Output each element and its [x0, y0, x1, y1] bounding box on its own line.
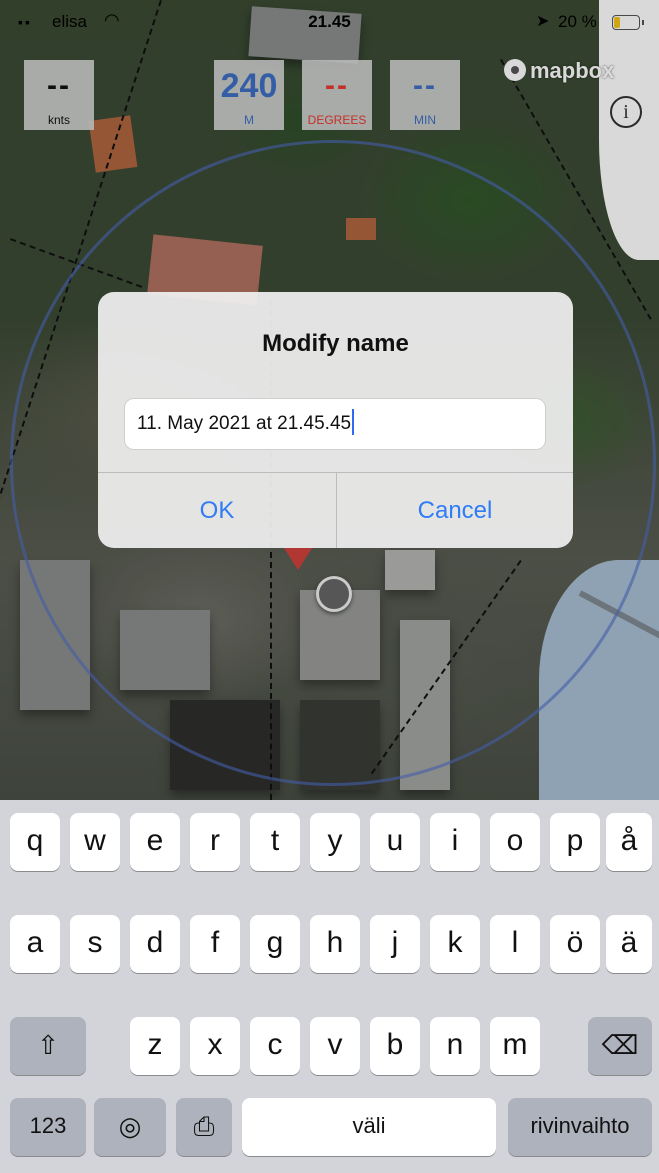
key-y[interactable]: y: [310, 813, 360, 871]
globe-key[interactable]: ◎: [94, 1098, 166, 1156]
key-o-umlaut[interactable]: ö: [550, 915, 600, 973]
dialog-title: Modify name: [262, 330, 409, 357]
key-j[interactable]: j: [370, 915, 420, 973]
key-a[interactable]: a: [10, 915, 60, 973]
key-x[interactable]: x: [190, 1017, 240, 1075]
microphone-icon: ⎙: [193, 1111, 215, 1141]
key-w[interactable]: w: [70, 813, 120, 871]
key-h[interactable]: h: [310, 915, 360, 973]
key-a-ring[interactable]: å: [606, 813, 652, 871]
key-m[interactable]: m: [490, 1017, 540, 1075]
key-l[interactable]: l: [490, 915, 540, 973]
space-key[interactable]: väli: [242, 1098, 496, 1156]
key-o[interactable]: o: [490, 813, 540, 871]
key-k[interactable]: k: [430, 915, 480, 973]
key-z[interactable]: z: [130, 1017, 180, 1075]
key-e[interactable]: e: [130, 813, 180, 871]
text-cursor: [352, 409, 355, 435]
shift-key[interactable]: ⇧: [10, 1017, 86, 1075]
key-f[interactable]: f: [190, 915, 240, 973]
shift-icon: ⇧: [37, 1030, 59, 1060]
microphone-key[interactable]: ⎙: [176, 1098, 232, 1156]
key-g[interactable]: g: [250, 915, 300, 973]
key-r[interactable]: r: [190, 813, 240, 871]
modify-name-dialog: Modify name 11. May 2021 at 21.45.45 OK …: [98, 292, 573, 548]
return-key[interactable]: rivinvaihto: [508, 1098, 652, 1156]
key-d[interactable]: d: [130, 915, 180, 973]
key-i[interactable]: i: [430, 813, 480, 871]
name-input[interactable]: 11. May 2021 at 21.45.45: [124, 398, 546, 450]
key-b[interactable]: b: [370, 1017, 420, 1075]
key-t[interactable]: t: [250, 813, 300, 871]
globe-icon: ◎: [118, 1111, 142, 1141]
ok-button[interactable]: OK: [98, 473, 336, 548]
numbers-key[interactable]: 123: [10, 1098, 86, 1156]
key-s[interactable]: s: [70, 915, 120, 973]
cancel-button[interactable]: Cancel: [337, 473, 573, 548]
keyboard: q w e r t y u i o p å a s d f g h j k l …: [0, 800, 659, 1173]
key-a-umlaut[interactable]: ä: [606, 915, 652, 973]
key-n[interactable]: n: [430, 1017, 480, 1075]
key-u[interactable]: u: [370, 813, 420, 871]
key-c[interactable]: c: [250, 1017, 300, 1075]
key-v[interactable]: v: [310, 1017, 360, 1075]
backspace-icon: ⌫: [601, 1030, 639, 1060]
backspace-key[interactable]: ⌫: [588, 1017, 652, 1075]
key-q[interactable]: q: [10, 813, 60, 871]
key-p[interactable]: p: [550, 813, 600, 871]
name-input-value: 11. May 2021 at 21.45.45: [137, 413, 352, 434]
